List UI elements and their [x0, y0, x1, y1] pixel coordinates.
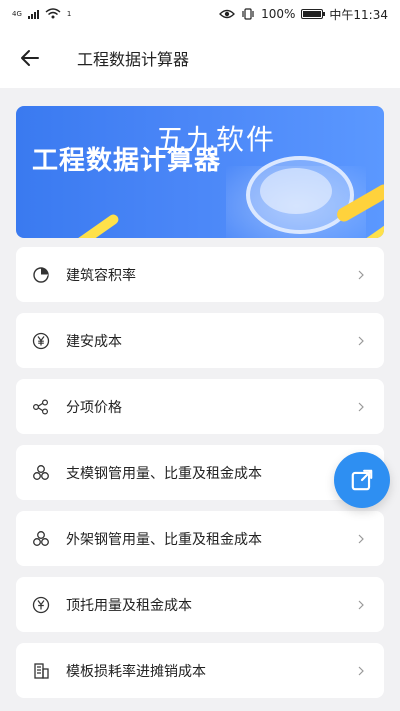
list-item-formwork-steel-pipe[interactable]: 支模钢管用量、比重及租金成本: [16, 445, 384, 500]
share-fab-button[interactable]: [334, 452, 390, 508]
list-item-label: 分项价格: [66, 399, 122, 416]
status-right: 100% 中午11:34: [219, 6, 388, 23]
triad-circles-icon: [33, 464, 49, 480]
status-left: 4G 1: [12, 8, 71, 20]
battery-icon: [301, 9, 326, 19]
list-item-building-ratio[interactable]: 建筑容积率: [16, 247, 384, 302]
list-item-label: 支模钢管用量、比重及租金成本: [66, 465, 262, 482]
triad-circles-icon: [33, 530, 49, 546]
signal-strength-icon: [27, 9, 39, 19]
page-title: 工程数据计算器: [77, 50, 190, 69]
list-item-label: 模板损耗率进摊销成本: [66, 663, 206, 680]
chevron-right-icon: [358, 666, 364, 675]
yen-icon: [32, 332, 50, 349]
eye-icon: [219, 9, 236, 19]
battery-percent: 100%: [261, 7, 296, 21]
nodes-icon: [32, 398, 49, 415]
open-external-icon: [351, 469, 373, 491]
list-item-scaffold-steel-pipe[interactable]: 外架钢管用量、比重及租金成本: [16, 511, 384, 566]
wifi-badge: 1: [66, 9, 72, 18]
list-item-label: 外架钢管用量、比重及租金成本: [66, 531, 262, 548]
chevron-right-icon: [358, 270, 364, 279]
list-item-jack-support[interactable]: 顶托用量及租金成本: [16, 577, 384, 632]
building-icon: [34, 662, 49, 679]
chevron-right-icon: [358, 534, 364, 543]
app-header: 工程数据计算器: [0, 28, 400, 88]
pie-chart-icon: [33, 266, 49, 283]
list-item-construction-cost[interactable]: 建安成本: [16, 313, 384, 368]
list-item-label: 建安成本: [66, 333, 122, 350]
yen-shield-icon: [32, 596, 50, 613]
list-item-label: 顶托用量及租金成本: [66, 597, 192, 614]
clock: 中午11:34: [329, 7, 388, 22]
network-type: 4G: [12, 9, 22, 18]
status-bar: 4G 1 100% 中午11:34: [0, 0, 400, 28]
magnifier-glass: [260, 168, 332, 214]
banner: 工程数据计算器 五九软件: [16, 106, 384, 238]
watermark-text: 五九软件: [156, 123, 277, 156]
decor-stripe: [73, 212, 121, 238]
list-item-itemized-price[interactable]: 分项价格: [16, 379, 384, 434]
vibrate-icon: [242, 8, 254, 20]
list-item-template-loss[interactable]: 模板损耗率进摊销成本: [16, 643, 384, 698]
chevron-right-icon: [358, 402, 364, 411]
wifi-icon: [45, 8, 61, 19]
chevron-right-icon: [358, 600, 364, 609]
chevron-right-icon: [358, 336, 364, 345]
calculator-list: 建筑容积率 建安成本 分项价格 支模钢管用量、比重及租金成本 外架钢管用量、比重…: [16, 247, 384, 709]
list-item-label: 建筑容积率: [66, 267, 136, 284]
back-arrow-icon[interactable]: [18, 46, 42, 70]
